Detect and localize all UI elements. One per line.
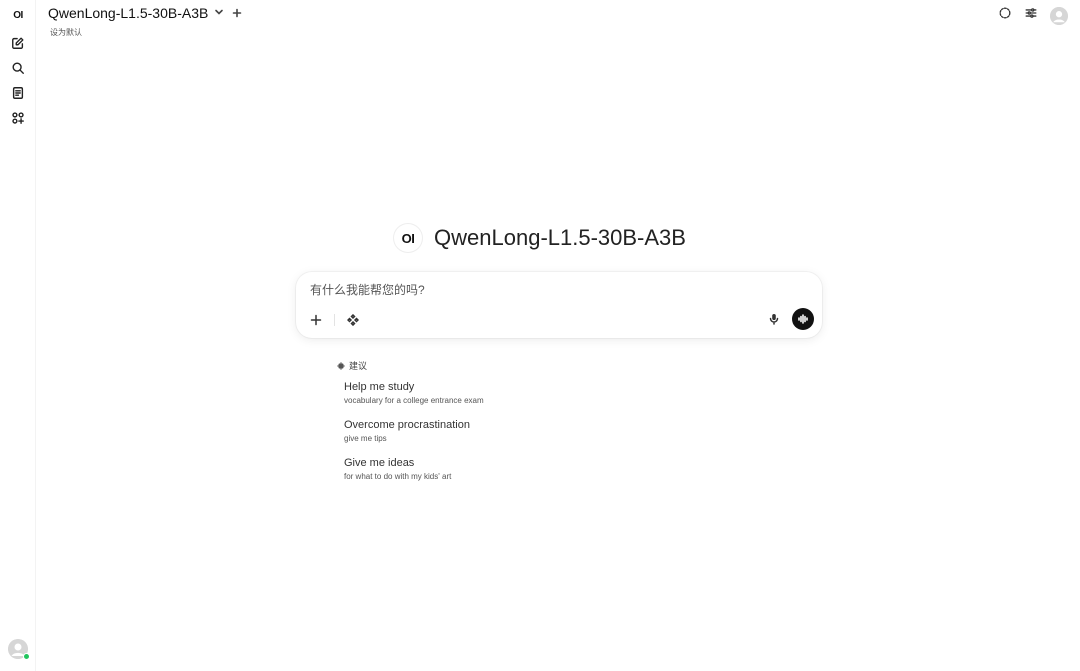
dictate-button[interactable] [766, 311, 782, 327]
prompt-left-actions [308, 312, 361, 328]
chevron-down-icon [214, 4, 224, 22]
suggestion-subtitle: give me tips [344, 434, 387, 443]
add-model-button[interactable] [232, 8, 242, 18]
microphone-icon [769, 314, 779, 325]
suggestion-subtitle: for what to do with my kids' art [344, 472, 452, 481]
prompt-input[interactable] [308, 282, 810, 298]
tools-button[interactable] [345, 312, 361, 328]
temporary-chat-button[interactable] [998, 6, 1012, 25]
waveform-icon [798, 314, 808, 324]
voice-mode-button[interactable] [792, 308, 814, 330]
notes-button[interactable] [8, 85, 28, 105]
suggestion-title: Give me ideas [344, 457, 415, 469]
profile-avatar[interactable] [1050, 6, 1068, 25]
suggestions-label: 建议 [349, 361, 368, 371]
suggestion-title: Help me study [344, 381, 415, 393]
welcome-hero: OI QwenLong-L1.5-30B-A3B [0, 224, 1080, 252]
prompt-box [296, 272, 822, 338]
attach-button[interactable] [308, 312, 324, 328]
plus-icon [233, 8, 242, 18]
divider [334, 314, 335, 326]
app-logo: OI [13, 9, 23, 21]
plus-icon [310, 314, 322, 326]
model-selector[interactable]: QwenLong-L1.5-30B-A3B [48, 4, 224, 22]
suggestions-heading: 建议 [337, 359, 367, 372]
suggestion-item[interactable]: Give me ideas for what to do with my kid… [344, 457, 484, 482]
integrations-icon [347, 314, 359, 326]
controls-button[interactable] [1024, 6, 1038, 25]
sidebar-rail: OI [0, 0, 36, 671]
hero-model-title: QwenLong-L1.5-30B-A3B [434, 225, 686, 250]
sparkle-icon [337, 362, 345, 369]
model-name: QwenLong-L1.5-30B-A3B [48, 5, 209, 21]
suggestion-item[interactable]: Overcome procrastination give me tips [344, 419, 484, 444]
pencil-square-icon [11, 36, 25, 55]
top-bar: QwenLong-L1.5-30B-A3B 设为默认 [48, 4, 242, 38]
sliders-icon [1025, 8, 1037, 18]
suggestion-title: Overcome procrastination [344, 419, 470, 431]
top-right-controls [998, 6, 1068, 25]
sidebar-logo-button[interactable]: OI [8, 5, 28, 25]
online-status-dot [23, 653, 30, 660]
set-default-link[interactable]: 设为默认 [50, 27, 242, 38]
app-root: OI QwenLong-L1.5-30B-A3B 设为默认 OI QwenLon… [0, 0, 1080, 671]
search-icon [11, 61, 25, 80]
model-logo: OI [394, 224, 423, 252]
suggestion-list: Help me study vocabulary for a college e… [344, 381, 484, 495]
search-button[interactable] [8, 60, 28, 80]
workspace-button[interactable] [8, 110, 28, 130]
dashed-circle-icon [999, 7, 1011, 19]
notes-icon [11, 86, 25, 105]
prompt-right-actions [766, 308, 814, 330]
new-chat-button[interactable] [8, 35, 28, 55]
grid-icon [11, 111, 25, 130]
suggestion-subtitle: vocabulary for a college entrance exam [344, 396, 484, 405]
suggestion-item[interactable]: Help me study vocabulary for a college e… [344, 381, 484, 406]
